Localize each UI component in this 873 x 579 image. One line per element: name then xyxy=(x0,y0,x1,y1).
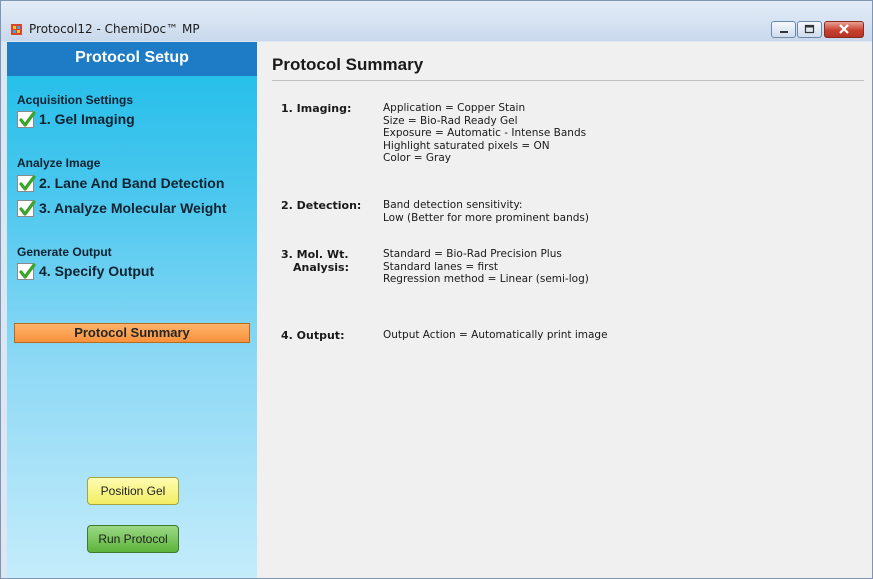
close-button[interactable] xyxy=(824,21,864,38)
detail-line: Color = Gray xyxy=(383,152,451,164)
sidebar-header: Protocol Setup xyxy=(7,42,257,76)
label-line-1: 3. Mol. Wt. xyxy=(281,248,349,261)
detail-line: Low (Better for more prominent bands) xyxy=(383,211,589,224)
title-bar: Protocol12 - ChemiDoc™ MP xyxy=(1,1,872,41)
step-label: 2. Lane And Band Detection xyxy=(39,175,225,191)
detail-line: Band detection sensitivity: xyxy=(383,199,523,211)
check-icon xyxy=(19,263,36,279)
minimize-button[interactable] xyxy=(771,21,796,38)
protocol-summary-nav[interactable]: Protocol Summary xyxy=(14,323,250,343)
run-protocol-button[interactable]: Run Protocol xyxy=(87,525,179,553)
imaging-details: Application = Copper Stain Size = Bio-Ra… xyxy=(383,102,586,165)
app-window: Protocol12 - ChemiDoc™ MP Protocol Setup… xyxy=(0,0,873,579)
check-icon xyxy=(19,200,36,216)
detail-line: Highlight saturated pixels = ON xyxy=(383,139,550,152)
section-generate-output: Generate Output xyxy=(17,245,112,259)
close-icon xyxy=(839,24,849,34)
protocol-sidebar: Protocol Setup Acquisition Settings 1. G… xyxy=(7,42,257,578)
step-label: 3. Analyze Molecular Weight xyxy=(39,200,227,216)
detail-line: Standard = Bio-Rad Precision Plus xyxy=(383,248,562,260)
step-label: 1. Gel Imaging xyxy=(39,111,135,127)
mol-wt-analysis-label: 3. Mol. Wt. Analysis: xyxy=(281,248,371,274)
detail-line: Output Action = Automatically print imag… xyxy=(383,329,608,341)
output-label: 4. Output: xyxy=(281,329,345,342)
label-line-2: Analysis: xyxy=(293,261,349,274)
step-label: 4. Specify Output xyxy=(39,263,155,279)
summary-panel: Protocol Summary 1. Imaging: Application… xyxy=(257,42,872,578)
check-icon xyxy=(19,175,36,191)
app-icon xyxy=(11,24,22,35)
divider xyxy=(272,80,864,81)
detail-line: Exposure = Automatic - Intense Bands xyxy=(383,127,587,139)
detail-line: Size = Bio-Rad Ready Gel xyxy=(383,114,518,127)
output-details: Output Action = Automatically print imag… xyxy=(383,329,608,342)
detection-details: Band detection sensitivity: Low (Better … xyxy=(383,199,589,224)
checkbox[interactable] xyxy=(17,175,36,192)
checkbox[interactable] xyxy=(17,200,36,217)
detail-line: Regression method = Linear (semi-log) xyxy=(383,273,589,285)
mol-wt-analysis-details: Standard = Bio-Rad Precision Plus Standa… xyxy=(383,248,589,286)
imaging-label: 1. Imaging: xyxy=(281,102,352,115)
page-title: Protocol Summary xyxy=(272,55,424,74)
check-icon xyxy=(19,111,36,127)
section-analyze-image: Analyze Image xyxy=(17,156,101,170)
checkbox[interactable] xyxy=(17,111,36,128)
window-title: Protocol12 - ChemiDoc™ MP xyxy=(29,22,200,36)
minimize-icon xyxy=(780,31,788,33)
detail-line: Standard lanes = first xyxy=(383,260,499,273)
maximize-icon xyxy=(804,24,815,34)
detection-label: 2. Detection: xyxy=(281,199,362,212)
maximize-button[interactable] xyxy=(797,21,822,38)
detail-line: Application = Copper Stain xyxy=(383,102,526,114)
section-acquisition-settings: Acquisition Settings xyxy=(17,93,134,107)
position-gel-button[interactable]: Position Gel xyxy=(87,477,179,505)
checkbox[interactable] xyxy=(17,263,36,280)
